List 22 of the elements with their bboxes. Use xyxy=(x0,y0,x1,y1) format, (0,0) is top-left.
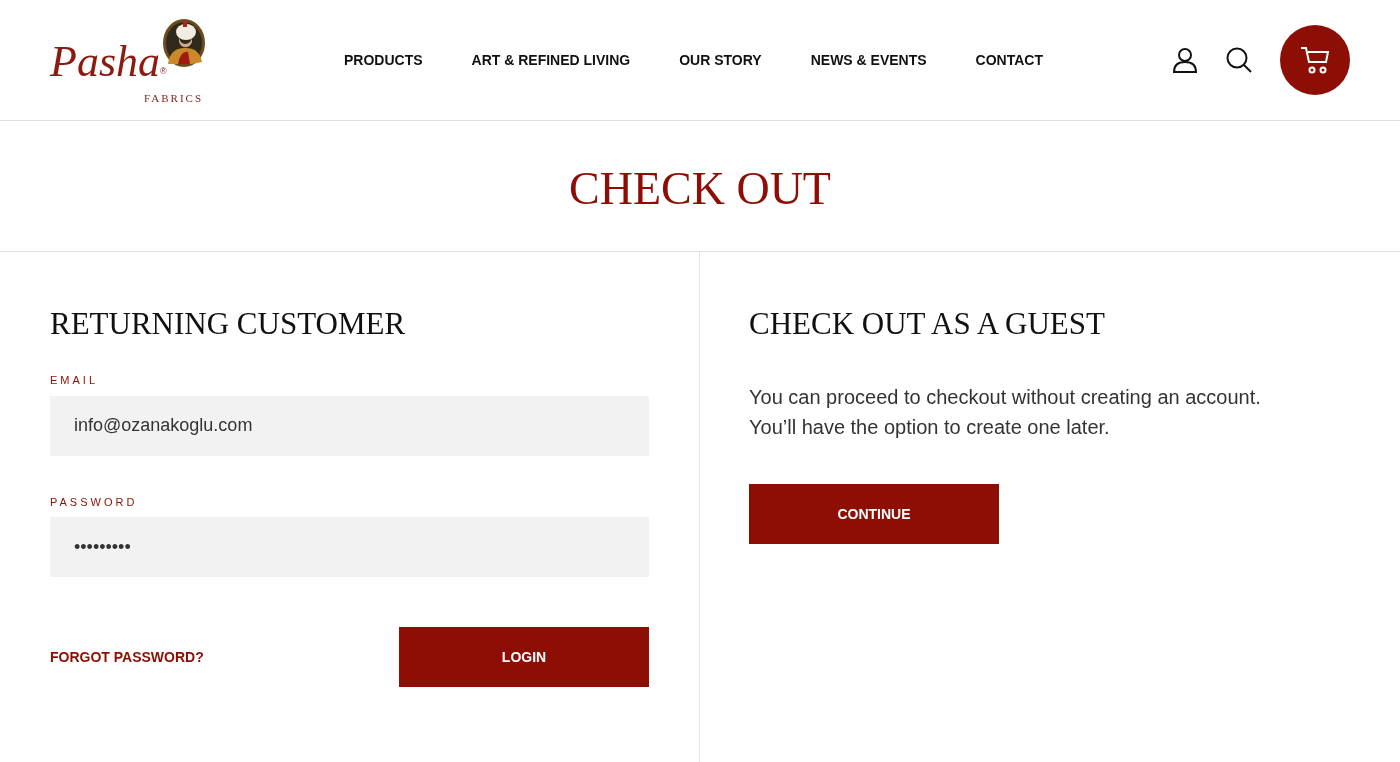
search-icon[interactable] xyxy=(1226,47,1252,73)
continue-button[interactable]: CONTINUE xyxy=(749,484,999,544)
page-title: CHECK OUT xyxy=(569,161,831,216)
nav-link[interactable]: ART & REFINED LIVING xyxy=(471,49,631,71)
section-heading: RETURNING CUSTOMER xyxy=(50,305,407,343)
section-heading: CHECK OUT AS A GUEST xyxy=(749,305,1106,343)
cart-icon xyxy=(1300,45,1330,75)
registered-mark: ® xyxy=(160,65,167,78)
forgot-password-link[interactable]: FORGOT PASSWORD? xyxy=(50,646,204,668)
nav-link[interactable]: OUR STORY xyxy=(679,49,762,71)
logo-subtitle: FABRICS xyxy=(144,91,204,106)
logo-wordmark: Pasha xyxy=(50,40,160,84)
user-icon[interactable] xyxy=(1172,47,1198,73)
nav-link[interactable]: CONTACT xyxy=(975,49,1043,71)
input-field[interactable]: info@ozanakoglu.com xyxy=(50,395,649,456)
input-field[interactable]: ••••••••• xyxy=(50,517,649,577)
field-label: PASSWORD xyxy=(50,494,139,510)
guest-description: You can proceed to checkout without creating an account. You’ll have the option to create one later. xyxy=(749,385,1262,440)
login-button[interactable]: LOGIN xyxy=(399,627,649,687)
nav-link[interactable]: NEWS & EVENTS xyxy=(810,49,927,71)
field-label: EMAIL xyxy=(50,373,99,388)
nav-link[interactable]: PRODUCTS xyxy=(344,49,423,71)
